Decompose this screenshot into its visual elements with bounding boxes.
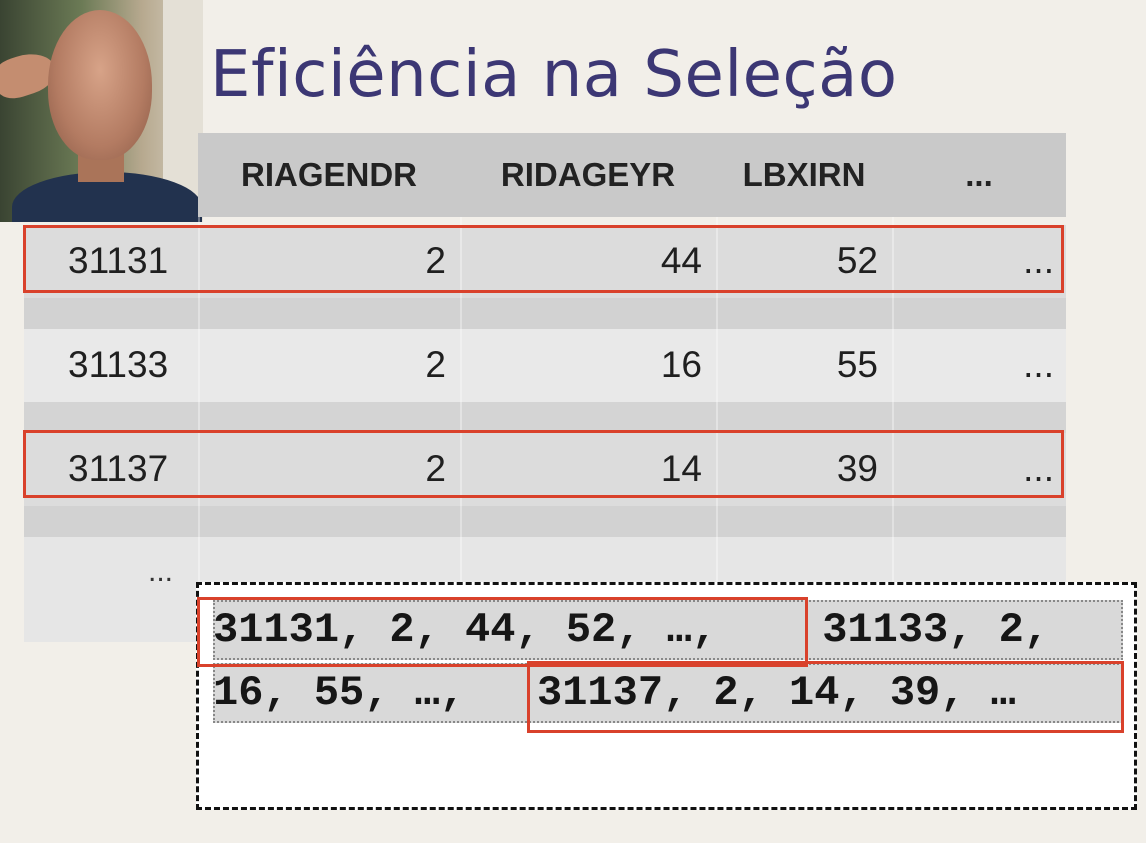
record-selection-box bbox=[527, 661, 1124, 733]
header-riagendr: RIAGENDR bbox=[240, 156, 417, 193]
header-lbxirn: LBXIRN bbox=[742, 156, 866, 193]
header-more: ... bbox=[965, 156, 993, 193]
presenter-webcam bbox=[0, 0, 203, 222]
stream-record: 16, 55, …, bbox=[213, 669, 491, 717]
cell-seqn: 31133 bbox=[68, 344, 169, 385]
stream-record: 31133, 2, bbox=[797, 606, 1050, 654]
header-ridageyr: RIDAGEYR bbox=[500, 156, 676, 193]
slide-title: Eficiência na Seleção bbox=[210, 38, 898, 112]
serialized-storage-block: 31131, 2, 44, 52, …, 31133, 2, 16, 55, …… bbox=[196, 582, 1137, 810]
cell-more: ... bbox=[1023, 344, 1054, 385]
more-rows-indicator: ... bbox=[148, 555, 174, 588]
cell-lbxirn: 55 bbox=[836, 344, 878, 385]
record-selection-box bbox=[197, 597, 808, 667]
row-highlight bbox=[23, 225, 1064, 293]
row-highlight bbox=[23, 430, 1064, 498]
table-row: 31133 2 16 55 ... bbox=[24, 329, 1066, 433]
cell-riagendr: 2 bbox=[425, 344, 446, 385]
presenter-face bbox=[48, 10, 152, 160]
cell-ridageyr: 16 bbox=[660, 344, 702, 385]
